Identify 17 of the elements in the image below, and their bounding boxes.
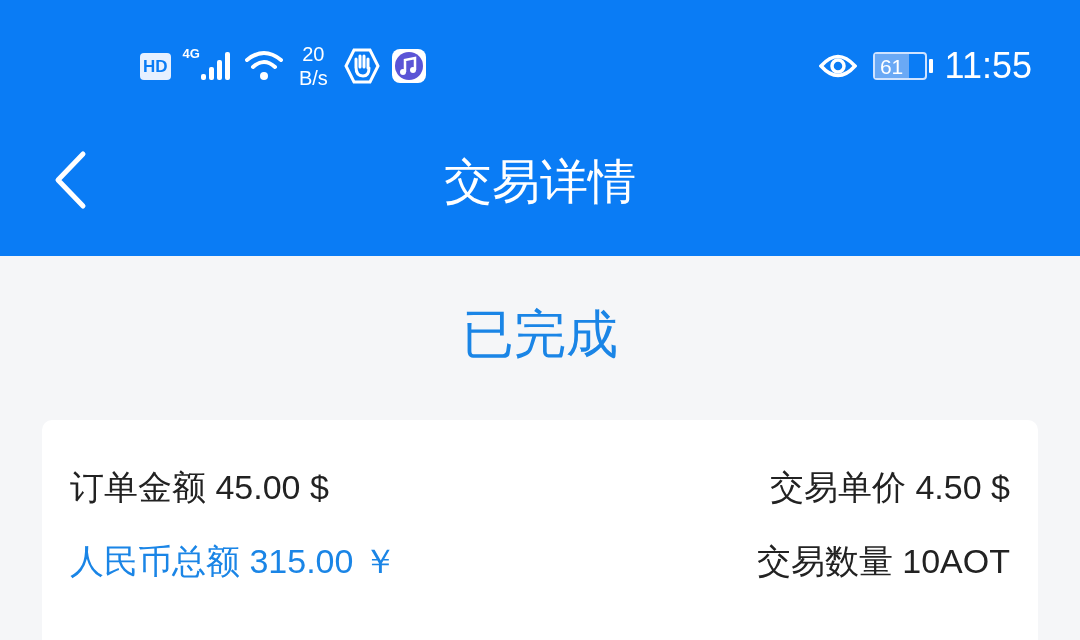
back-icon xyxy=(53,150,87,210)
eye-icon xyxy=(818,53,857,79)
detail-text: 交易单价 4.50 $ xyxy=(769,470,1010,504)
detail-text: 人民币总额 315.00 ￥ xyxy=(70,544,398,578)
speed-value: 20 xyxy=(302,44,325,64)
order-status: 已完成 xyxy=(462,308,618,365)
detail-text: 交易数量 10AOT xyxy=(755,544,1010,578)
wifi-icon xyxy=(244,49,285,83)
battery-level: 61 xyxy=(874,54,909,78)
hd-badge: HD xyxy=(140,52,171,80)
music-app-icon xyxy=(391,49,426,83)
hand-icon xyxy=(343,48,380,84)
page-title: 交易详情 xyxy=(444,158,636,210)
network-label: 4G xyxy=(182,45,200,63)
speed-unit: B/s xyxy=(298,68,328,88)
detail-text: 订单金额 45.00 $ xyxy=(70,470,330,504)
clock: 11:55 xyxy=(944,48,1032,84)
